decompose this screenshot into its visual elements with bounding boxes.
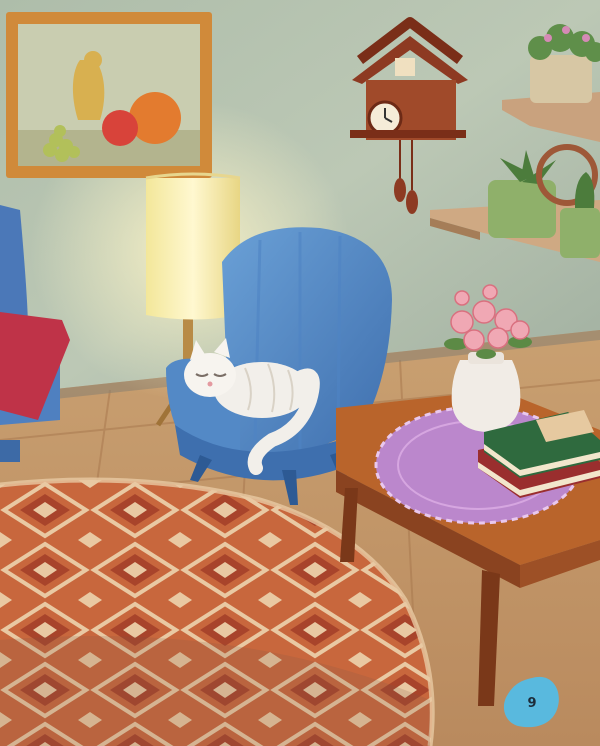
framed-painting: [6, 12, 212, 178]
page-number: 9: [527, 695, 537, 711]
scene-artwork: [0, 0, 600, 746]
living-room-illustration: 9: [0, 0, 600, 746]
